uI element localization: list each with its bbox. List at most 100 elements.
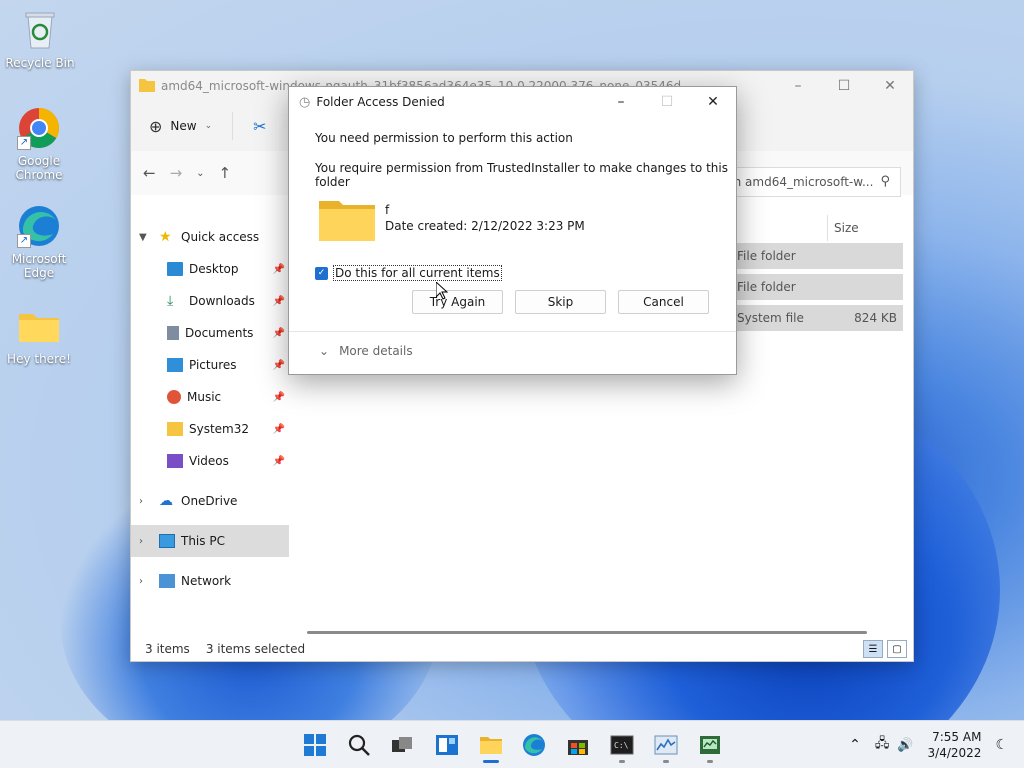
chevron-down-icon[interactable]: ▼	[139, 232, 153, 243]
chevron-right-icon[interactable]: ›	[139, 496, 153, 507]
dialog-title-bar[interactable]: ◷ Folder Access Denied – ☐ ✕	[289, 87, 736, 117]
network-icon[interactable]: 🖧	[875, 734, 890, 756]
new-icon: ⊕	[149, 116, 163, 136]
close-button[interactable]: ✕	[867, 71, 913, 101]
shortcut-arrow-icon: ↗	[17, 234, 31, 248]
sidebar-item-documents[interactable]: Documents 📌	[131, 317, 289, 349]
star-icon: ★	[159, 229, 172, 245]
tiles-view-button[interactable]: ▢	[887, 640, 907, 658]
file-row[interactable]: System file 824 KB	[731, 305, 903, 331]
pin-icon: 📌	[272, 455, 285, 467]
volume-icon[interactable]: 🔊	[897, 738, 913, 753]
chevron-up-icon[interactable]: ⌃	[849, 737, 861, 753]
videos-icon	[167, 454, 183, 468]
details-view-button[interactable]: ☰	[863, 640, 883, 658]
desktop-icon-google-chrome[interactable]: ↗ Google Chrome	[1, 106, 77, 182]
recent-chevron-icon[interactable]: ⌄	[196, 168, 204, 179]
notifications-moon-icon[interactable]: ☾	[995, 737, 1008, 753]
sidebar-item-label: Quick access	[181, 230, 260, 244]
maximize-button[interactable]: ☐	[821, 71, 867, 101]
sidebar-item-onedrive[interactable]: › ☁ OneDrive	[131, 485, 289, 517]
cloud-icon: ☁	[159, 493, 173, 509]
running-app-indicator	[707, 760, 713, 763]
divider	[232, 112, 234, 140]
pin-icon: 📌	[272, 327, 285, 339]
sidebar-item-quick-access[interactable]: ▼ ★ Quick access	[131, 221, 289, 253]
column-header-size[interactable]: Size	[827, 215, 907, 241]
file-explorer-icon[interactable]	[479, 733, 503, 757]
sidebar-item-downloads[interactable]: ⤓ Downloads 📌	[131, 285, 289, 317]
up-arrow-icon[interactable]: ↑	[219, 164, 232, 182]
file-row[interactable]: File folder	[731, 274, 903, 300]
running-app-indicator	[663, 760, 669, 763]
more-details-toggle[interactable]: ⌄ More details	[319, 344, 413, 358]
desktop-icon-hey-there-folder[interactable]: Hey there!	[1, 304, 77, 366]
search-icon[interactable]	[347, 733, 371, 757]
back-arrow-icon[interactable]: ←	[143, 164, 156, 182]
task-manager-icon[interactable]	[698, 733, 722, 757]
file-row[interactable]: File folder	[731, 243, 903, 269]
taskbar: C:\ ⌃ 🖧 🔊 7:55 AM 3/4/2022 ☾	[0, 720, 1024, 768]
pin-icon: 📌	[272, 423, 285, 435]
file-name: f	[385, 203, 390, 217]
shortcut-arrow-icon: ↗	[17, 136, 31, 150]
close-button[interactable]: ✕	[690, 87, 736, 117]
pin-icon: 📌	[272, 359, 285, 371]
sidebar-item-label: Downloads	[189, 294, 255, 308]
active-app-indicator	[483, 760, 499, 763]
file-type: File folder	[737, 280, 796, 294]
apply-all-checkbox[interactable]: ✓	[315, 266, 328, 280]
task-view-icon[interactable]	[390, 733, 414, 757]
chevron-down-icon: ⌄	[319, 344, 330, 358]
widgets-icon[interactable]	[435, 733, 459, 757]
desktop-icon-label: Google Chrome	[15, 154, 63, 182]
pictures-icon	[167, 358, 183, 372]
desktop-icon	[167, 262, 183, 276]
apply-all-checkbox-label[interactable]: Do this for all current items	[333, 265, 502, 281]
sidebar-item-network[interactable]: › Network	[131, 565, 289, 597]
minimize-button[interactable]: –	[598, 87, 644, 117]
desktop-icon-microsoft-edge[interactable]: ↗ Microsoft Edge	[1, 204, 77, 280]
clock-time: 7:55 AM	[932, 730, 982, 744]
music-icon	[167, 390, 181, 404]
skip-button[interactable]: Skip	[515, 290, 606, 314]
edge-icon[interactable]	[522, 733, 546, 757]
try-again-button[interactable]: Try Again	[412, 290, 503, 314]
clock-date: 3/4/2022	[927, 746, 982, 760]
performance-monitor-icon[interactable]	[654, 733, 678, 757]
cut-icon[interactable]: ✂	[253, 117, 266, 136]
horizontal-scrollbar[interactable]	[307, 631, 867, 634]
file-type: File folder	[737, 249, 796, 263]
store-icon[interactable]	[566, 733, 590, 757]
desktop-icon-recycle-bin[interactable]: Recycle Bin	[2, 8, 78, 70]
divider	[289, 331, 736, 332]
navigation-pane: ▼ ★ Quick access Desktop 📌 ⤓ Downloads 📌…	[131, 221, 289, 597]
folder-icon	[139, 78, 155, 95]
sidebar-item-music[interactable]: Music 📌	[131, 381, 289, 413]
dialog-message: You need permission to perform this acti…	[315, 131, 573, 145]
start-icon[interactable]	[303, 733, 327, 757]
sidebar-item-pictures[interactable]: Pictures 📌	[131, 349, 289, 381]
sidebar-item-videos[interactable]: Videos 📌	[131, 445, 289, 477]
terminal-icon[interactable]: C:\	[610, 733, 634, 757]
minimize-button[interactable]: –	[775, 71, 821, 101]
sidebar-item-label: Pictures	[189, 358, 237, 372]
chevron-down-icon: ⌄	[204, 121, 213, 131]
chrome-icon: ↗	[17, 106, 61, 150]
pin-icon: 📌	[272, 295, 285, 307]
clock[interactable]: 7:55 AM 3/4/2022	[928, 729, 982, 761]
apply-all-checkbox-row[interactable]: ✓ Do this for all current items	[315, 265, 502, 281]
running-app-indicator	[619, 760, 625, 763]
chevron-right-icon[interactable]: ›	[139, 536, 153, 547]
cancel-button[interactable]: Cancel	[618, 290, 709, 314]
folder-icon	[167, 422, 183, 436]
forward-arrow-icon[interactable]: →	[170, 164, 183, 182]
sidebar-item-system32[interactable]: System32 📌	[131, 413, 289, 445]
edge-icon: ↗	[17, 204, 61, 248]
new-button[interactable]: New	[170, 119, 196, 133]
file-size: 824 KB	[854, 311, 897, 325]
sidebar-item-this-pc[interactable]: › This PC	[131, 525, 289, 557]
chevron-right-icon[interactable]: ›	[139, 576, 153, 587]
pin-icon: 📌	[272, 263, 285, 275]
sidebar-item-desktop[interactable]: Desktop 📌	[131, 253, 289, 285]
